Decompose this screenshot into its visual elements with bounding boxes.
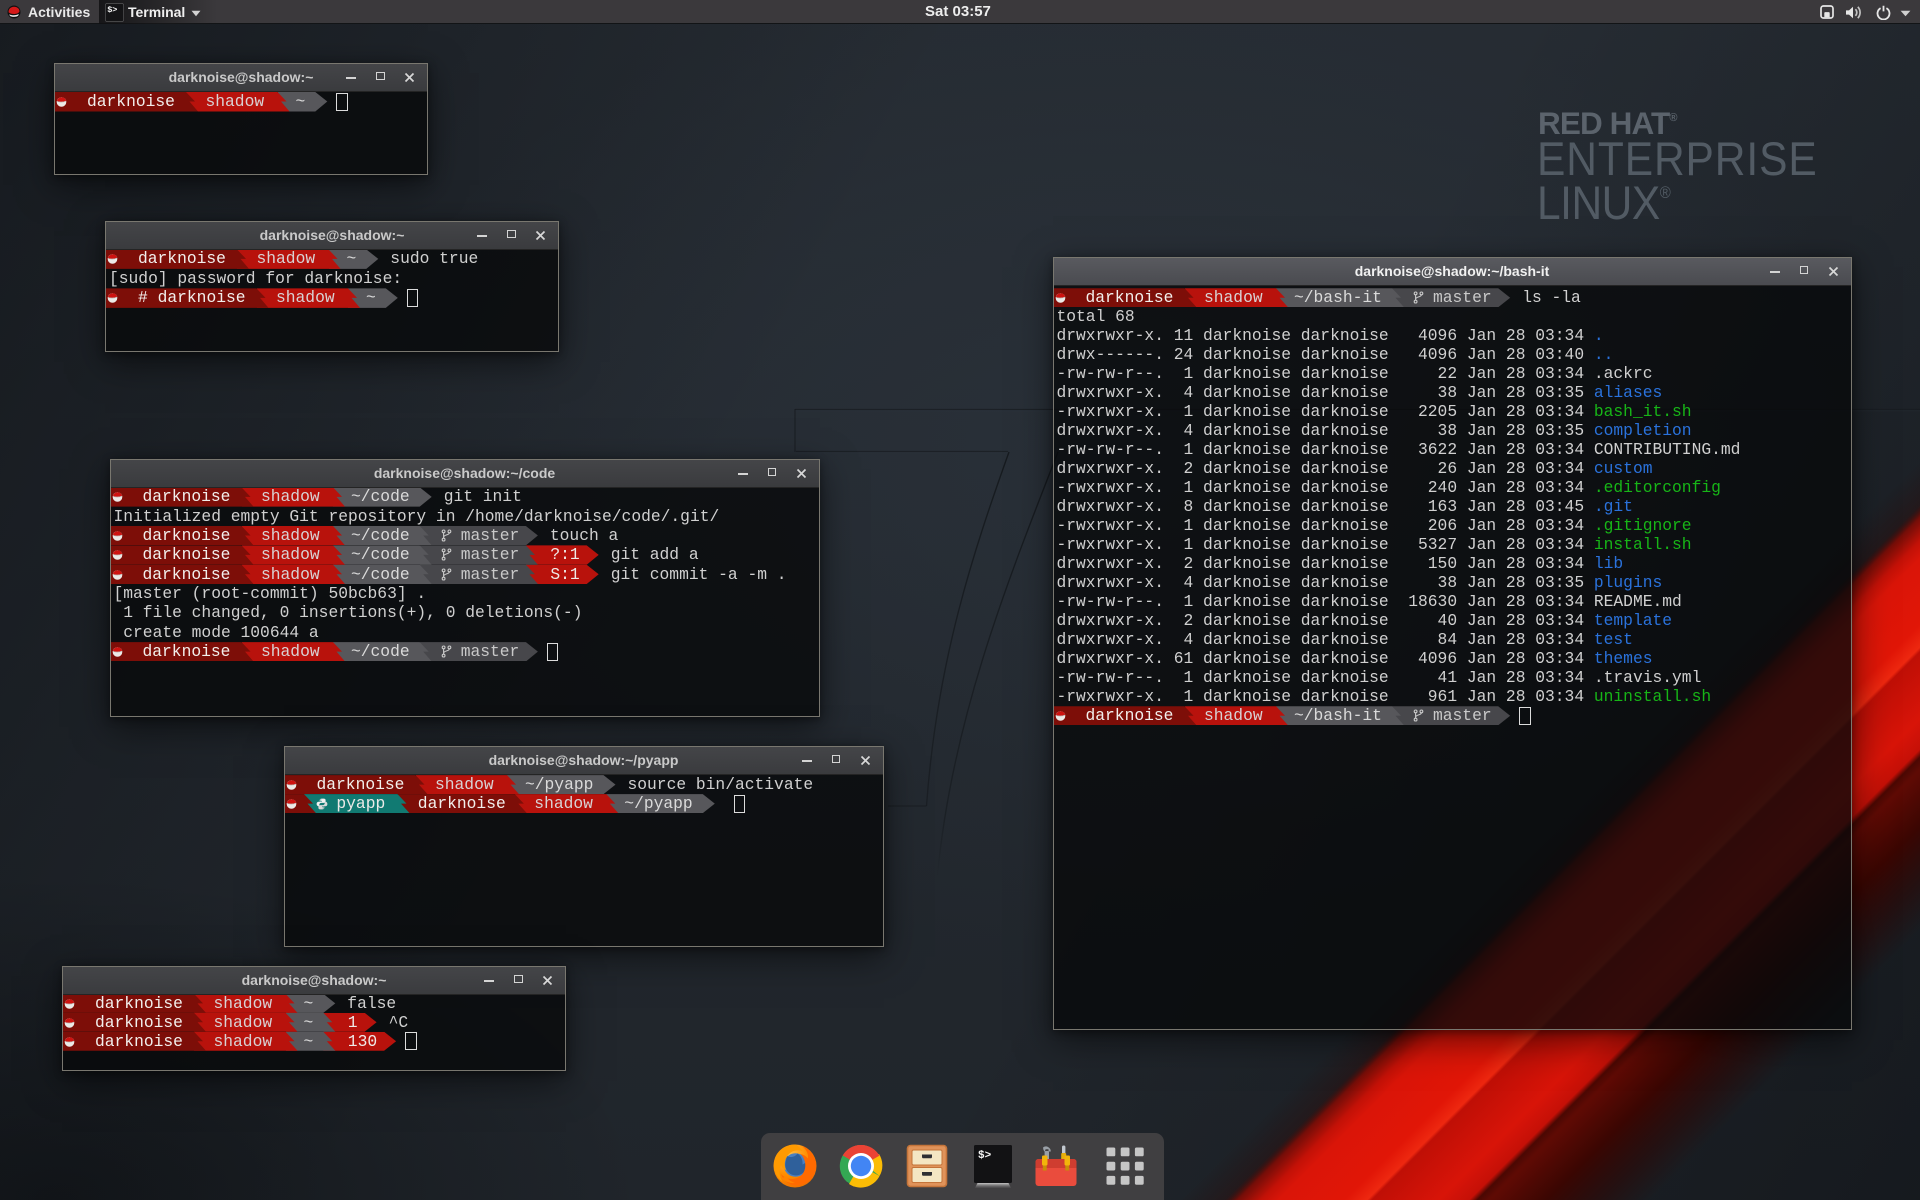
svg-text:$>: $>: [107, 5, 117, 15]
svg-text:$>: $>: [978, 1150, 992, 1162]
